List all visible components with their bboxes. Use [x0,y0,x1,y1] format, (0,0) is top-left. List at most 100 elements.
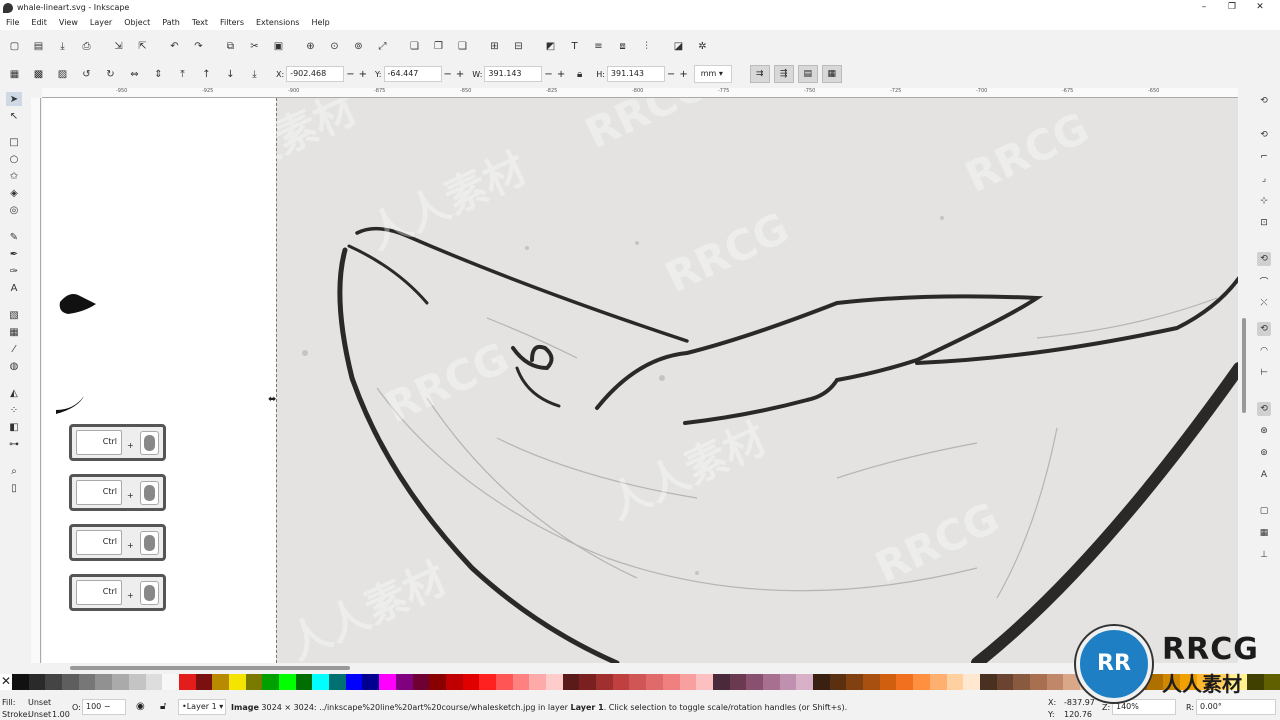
snap-bbox-centers-icon[interactable]: ⊡ [1257,216,1271,230]
color-swatch[interactable] [379,674,396,690]
ellipse-tool-icon[interactable]: ○ [6,152,22,166]
color-swatch[interactable] [312,674,330,690]
group-icon[interactable]: ⊞ [486,38,503,55]
measure-tool-icon[interactable]: ▯ [6,481,22,495]
h-increment[interactable]: + [679,69,687,80]
color-swatch[interactable] [362,674,380,690]
menu-file[interactable]: File [0,18,25,27]
color-swatch[interactable] [12,674,29,690]
3d-box-tool-icon[interactable]: ◈ [6,186,22,200]
zoom-selection-icon[interactable]: ⊕ [302,38,319,55]
snap-line-midpoints-icon[interactable]: ⊢ [1257,366,1271,380]
menu-edit[interactable]: Edit [25,18,53,27]
raise-top-icon[interactable]: ⤒ [174,66,191,83]
scroll-thumb[interactable] [70,666,350,670]
snap-nodes-icon[interactable]: ⟲ [1257,252,1271,266]
rectangle-tool-icon[interactable]: □ [6,135,22,149]
color-swatch[interactable] [212,674,229,690]
color-swatch[interactable] [796,674,813,690]
snap-smooth-nodes-icon[interactable]: ◠ [1257,344,1271,358]
snap-bbox-edges-icon[interactable]: ⌐ [1257,150,1271,164]
toggle-visibility-icon[interactable]: ◉ [136,701,145,712]
color-swatch[interactable] [395,674,413,690]
whale-sketch-image[interactable] [276,98,1238,663]
minimize-button[interactable]: – [1190,0,1218,15]
color-swatch[interactable] [1013,674,1030,690]
opacity-field[interactable]: 100 − [82,699,126,715]
lower-icon[interactable]: ↓ [222,66,239,83]
undo-icon[interactable]: ↶ [166,38,183,55]
print-icon[interactable]: ⎙ [78,38,95,55]
new-document-icon[interactable]: ▢ [6,38,23,55]
paint-bucket-tool-icon[interactable]: ◍ [6,359,22,373]
color-swatch[interactable] [128,674,146,690]
color-swatch[interactable] [963,674,980,690]
snap-rotation-centers-icon[interactable]: ⊚ [1257,446,1271,460]
color-swatch[interactable] [412,674,430,690]
menu-filters[interactable]: Filters [214,18,250,27]
color-swatch[interactable] [178,674,196,690]
opacity-stepper[interactable]: − [104,702,111,711]
color-swatch[interactable] [95,674,113,690]
enable-snapping-icon[interactable]: ⟲ [1257,94,1271,108]
xml-editor-icon[interactable]: ⧈ [614,38,631,55]
color-swatch[interactable] [846,674,864,690]
close-button[interactable]: ✕ [1246,0,1274,15]
flip-horizontal-icon[interactable]: ⇔ [126,66,143,83]
selector-tool-icon[interactable]: ➤ [6,92,22,106]
w-decrement[interactable]: − [544,69,552,80]
y-decrement[interactable]: − [444,69,452,80]
move-gradients-icon[interactable]: ▤ [797,65,818,83]
color-swatch[interactable] [279,674,296,690]
stroke-width-value[interactable]: 1.00 [52,710,70,719]
snap-intersections-icon[interactable]: ⤬ [1257,296,1271,310]
align-distribute-icon[interactable]: ⫶ [638,38,655,55]
snap-paths-icon[interactable]: ⌒ [1257,274,1271,288]
color-swatch[interactable] [696,674,713,690]
horizontal-scrollbar[interactable] [42,664,1238,672]
color-swatch[interactable] [896,674,914,690]
scroll-thumb[interactable] [1242,318,1246,413]
color-swatch[interactable] [662,674,680,690]
menu-object[interactable]: Object [118,18,156,27]
color-swatch[interactable] [62,674,79,690]
color-swatch[interactable] [729,674,747,690]
menu-extensions[interactable]: Extensions [250,18,305,27]
fill-value[interactable]: Unset [28,698,51,707]
color-swatch[interactable] [712,674,730,690]
pen-tool-icon[interactable]: ✒ [6,247,22,261]
color-swatch[interactable] [679,674,697,690]
snap-grids-icon[interactable]: ▦ [1257,526,1271,540]
color-swatch[interactable] [479,674,496,690]
partial-artwork[interactable] [56,288,101,428]
width-field[interactable]: 391.143 [484,66,543,82]
color-swatch[interactable] [596,674,613,690]
color-swatch[interactable] [762,674,780,690]
snap-bbox-midpoints-icon[interactable]: ⊹ [1257,194,1271,208]
menu-path[interactable]: Path [156,18,186,27]
import-icon[interactable]: ⇲ [110,38,127,55]
spray-tool-icon[interactable]: ⁘ [6,403,22,417]
x-field[interactable]: -902.468 [286,66,345,82]
gradient-tool-icon[interactable]: ▧ [6,308,22,322]
spiral-tool-icon[interactable]: ◎ [6,203,22,217]
y-field[interactable]: -64.447 [383,66,442,82]
lock-ratio-icon[interactable]: 🔒︎ [571,66,588,83]
lower-bottom-icon[interactable]: ⤓ [246,66,263,83]
color-swatch[interactable] [746,674,763,690]
color-swatch[interactable] [629,674,647,690]
zoom-page-icon[interactable]: ⊚ [350,38,367,55]
color-swatch[interactable] [813,674,830,690]
scale-stroke-icon[interactable]: ⇉ [749,65,770,83]
zoom-width-icon[interactable]: ⤢ [374,38,391,55]
flip-vertical-icon[interactable]: ⇕ [150,66,167,83]
color-swatch[interactable] [295,674,313,690]
color-swatch[interactable] [929,674,947,690]
color-swatch[interactable] [112,674,129,690]
color-swatch[interactable] [329,674,346,690]
zoom-drawing-icon[interactable]: ⊙ [326,38,343,55]
ungroup-icon[interactable]: ⊟ [510,38,527,55]
save-icon[interactable]: ⤓ [54,38,71,55]
color-swatch[interactable] [195,674,213,690]
snap-bbox-icon[interactable]: ⟲ [1257,128,1271,142]
